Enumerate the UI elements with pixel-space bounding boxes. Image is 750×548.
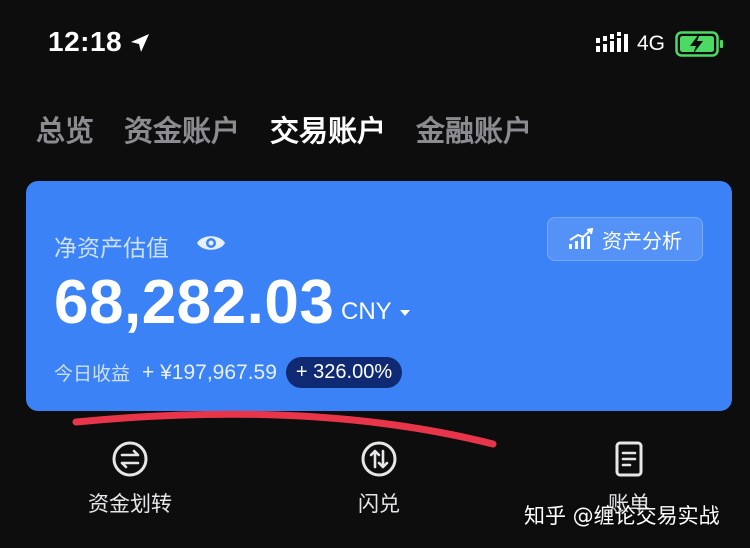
watermark-text: 知乎 @缠论交易实战 [524, 504, 720, 528]
tab-funding-account[interactable]: 资金账户 [124, 108, 240, 150]
tab-financial-account[interactable]: 金融账户 [416, 108, 532, 150]
tab-overview[interactable]: 总览 [36, 108, 94, 150]
account-tabs: 总览 资金账户 交易账户 金融账户 [36, 104, 562, 154]
network-type: 4G [637, 32, 666, 55]
net-asset-label: 净资产估值 [54, 236, 169, 262]
today-percent-badge: + 326.00% [285, 357, 403, 388]
flash-swap-button[interactable]: 闪兑 [299, 440, 459, 518]
flash-swap-label: 闪兑 [358, 492, 400, 516]
funds-transfer-label: 资金划转 [88, 492, 172, 516]
swap-icon [361, 441, 397, 477]
funds-transfer-button[interactable]: 资金划转 [50, 440, 210, 518]
asset-analysis-label: 资产分析 [602, 228, 682, 253]
chart-analysis-icon [569, 228, 594, 249]
status-bar: 12:18 4G [0, 0, 750, 90]
currency-label: CNY [341, 298, 392, 325]
net-asset-amount: 68,282.03 [54, 268, 335, 337]
asset-analysis-button[interactable]: 资产分析 [547, 217, 703, 261]
today-earnings-row: 今日收益 + ¥197,967.59 + 326.00% [54, 357, 403, 388]
bill-icon [615, 441, 643, 477]
caret-down-icon [399, 310, 410, 316]
today-earnings-label: 今日收益 [54, 363, 131, 385]
location-arrow-icon [131, 34, 149, 52]
tab-trading-account[interactable]: 交易账户 [270, 108, 386, 150]
transfer-icon [112, 441, 148, 477]
status-time: 12:18 [48, 26, 123, 57]
asset-card: 净资产估值 资产分析 68,282.03 CNY 今日收益 + ¥197,967… [26, 181, 732, 411]
battery-charging-icon [675, 31, 723, 57]
app-screen: 12:18 4G 总览 资金账户 交易账户 金融账户 净资产估值 资产分析 68… [0, 0, 750, 548]
today-earnings-value: + ¥197,967.59 [142, 360, 277, 384]
eye-icon[interactable] [196, 232, 226, 254]
cellular-signal-icon [596, 32, 628, 52]
currency-selector[interactable]: CNY [341, 298, 411, 326]
